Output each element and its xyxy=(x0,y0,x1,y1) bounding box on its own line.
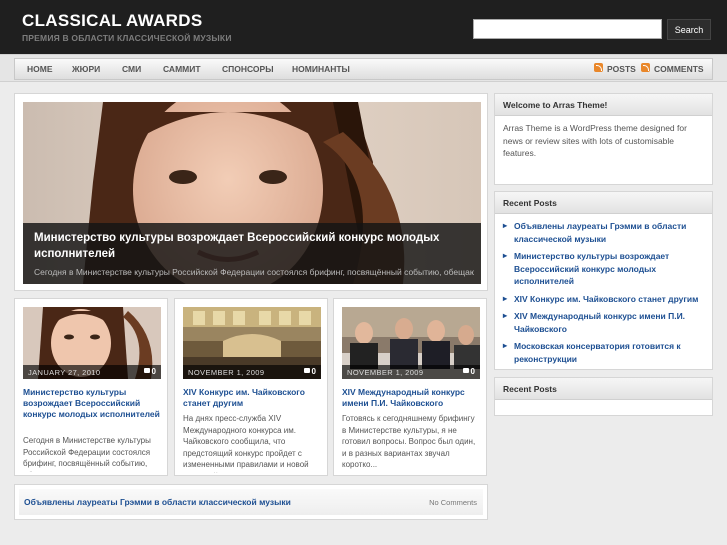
featured-title[interactable]: Министерство культуры возрождает Всеросс… xyxy=(34,230,474,262)
widget-header: Recent Posts xyxy=(495,378,712,400)
post-thumbnail[interactable]: NOVEMBER 1, 2009 0 xyxy=(183,307,321,379)
post-meta-bar: NOVEMBER 1, 2009 0 xyxy=(342,365,480,379)
featured-excerpt: Сегодня в Министерстве культуры Российск… xyxy=(34,267,474,277)
recent-post-link[interactable]: XIV Конкурс им. Чайковского станет други… xyxy=(503,293,706,306)
nav-item-home[interactable]: HOME xyxy=(27,64,53,74)
post-excerpt: Сегодня в Министерстве культуры Российск… xyxy=(23,436,158,472)
nav-item-summit[interactable]: САММИТ xyxy=(163,64,201,74)
site-description: ПРЕМИЯ В ОБЛАСТИ КЛАССИЧЕСКОЙ МУЗЫКИ xyxy=(22,33,232,43)
site-header: CLASSICAL AWARDS ПРЕМИЯ В ОБЛАСТИ КЛАССИ… xyxy=(0,0,727,54)
recent-post-link[interactable]: Московская консерватория готовится к рек… xyxy=(503,340,706,365)
welcome-widget: Welcome to Arras Theme! Arras Theme is a… xyxy=(494,93,713,185)
nav-wrapper: HOME ЖЮРИ СМИ САММИТ СПОНСОРЫ НОМИНАНТЫ … xyxy=(0,54,727,82)
list-post-inner: Объявлены лауреаты Грэмми в области клас… xyxy=(19,489,483,515)
search-input[interactable] xyxy=(473,19,662,39)
post-card: NOVEMBER 1, 2009 0 XIV Конкурс им. Чайко… xyxy=(174,298,328,476)
list-post: Объявлены лауреаты Грэмми в области клас… xyxy=(14,484,488,520)
post-card: NOVEMBER 1, 2009 0 XIV Международный кон… xyxy=(333,298,487,476)
widget-header: Recent Posts xyxy=(495,192,712,214)
post-card: JANUARY 27, 2010 0 Министерство культуры… xyxy=(14,298,168,476)
comment-count[interactable]: 0 xyxy=(143,367,156,376)
post-meta-bar: NOVEMBER 1, 2009 0 xyxy=(183,365,321,379)
post-meta-bar: JANUARY 27, 2010 0 xyxy=(23,365,161,379)
nav-item-jury[interactable]: ЖЮРИ xyxy=(72,64,100,74)
rss-icon xyxy=(641,63,650,72)
comment-count[interactable]: 0 xyxy=(462,367,475,376)
recent-post-link[interactable]: Министерство культуры возрождает Всеросс… xyxy=(503,250,706,288)
comment-count[interactable]: 0 xyxy=(303,367,316,376)
recent-post-link[interactable]: XIV Международный конкурс имени П.И. Чай… xyxy=(503,310,706,335)
search-button[interactable]: Search xyxy=(667,19,711,40)
main-nav: HOME ЖЮРИ СМИ САММИТ СПОНСОРЫ НОМИНАНТЫ … xyxy=(14,58,713,80)
widget-header: Welcome to Arras Theme! xyxy=(495,94,712,116)
site-title[interactable]: CLASSICAL AWARDS xyxy=(22,11,202,31)
recent-post-link[interactable]: Объявлены лауреаты Грэмми в области клас… xyxy=(503,220,706,245)
recent-posts-list: Объявлены лауреаты Грэмми в области клас… xyxy=(503,220,706,370)
post-date: NOVEMBER 1, 2009 xyxy=(188,368,265,377)
comment-count-value: 0 xyxy=(311,367,316,376)
recent-posts-widget-2: Recent Posts xyxy=(494,377,713,416)
widget-title: Recent Posts xyxy=(503,198,557,208)
widget-title: Recent Posts xyxy=(503,384,557,394)
comment-count-value: 0 xyxy=(470,367,475,376)
list-post-title[interactable]: Объявлены лауреаты Грэмми в области клас… xyxy=(24,497,291,507)
comments-feed-link[interactable]: COMMENTS xyxy=(654,64,704,74)
post-date: NOVEMBER 1, 2009 xyxy=(347,368,424,377)
welcome-text: Arras Theme is a WordPress theme designe… xyxy=(503,123,687,158)
nav-item-nominees[interactable]: НОМИНАНТЫ xyxy=(292,64,350,74)
comment-bubble-icon xyxy=(143,368,150,373)
post-title[interactable]: Министерство культуры возрождает Всеросс… xyxy=(23,387,161,420)
posts-feed-link[interactable]: POSTS xyxy=(607,64,636,74)
nav-item-media[interactable]: СМИ xyxy=(122,64,141,74)
list-post-comments[interactable]: No Comments xyxy=(429,498,477,507)
post-excerpt: Готовясь к сегодняшнему брифингу в Минис… xyxy=(342,414,476,469)
post-title[interactable]: XIV Международный конкурс имени П.И. Чай… xyxy=(342,387,480,409)
nav-item-sponsors[interactable]: СПОНСОРЫ xyxy=(222,64,274,74)
comment-bubble-icon xyxy=(303,368,310,373)
featured-caption: Министерство культуры возрождает Всеросс… xyxy=(23,223,481,284)
post-excerpt: На днях пресс-служба XIV Международного … xyxy=(183,414,309,473)
post-thumbnail[interactable]: NOVEMBER 1, 2009 0 xyxy=(342,307,480,379)
recent-posts-widget: Recent Posts Объявлены лауреаты Грэмми в… xyxy=(494,191,713,370)
post-date: JANUARY 27, 2010 xyxy=(28,368,101,377)
rss-icon xyxy=(594,63,603,72)
featured-slider: Министерство культуры возрождает Всеросс… xyxy=(14,93,488,291)
post-title[interactable]: XIV Конкурс им. Чайковского станет други… xyxy=(183,387,321,409)
post-thumbnail[interactable]: JANUARY 27, 2010 0 xyxy=(23,307,161,379)
comment-count-value: 0 xyxy=(151,367,156,376)
widget-title: Welcome to Arras Theme! xyxy=(503,100,608,110)
comment-bubble-icon xyxy=(462,368,469,373)
